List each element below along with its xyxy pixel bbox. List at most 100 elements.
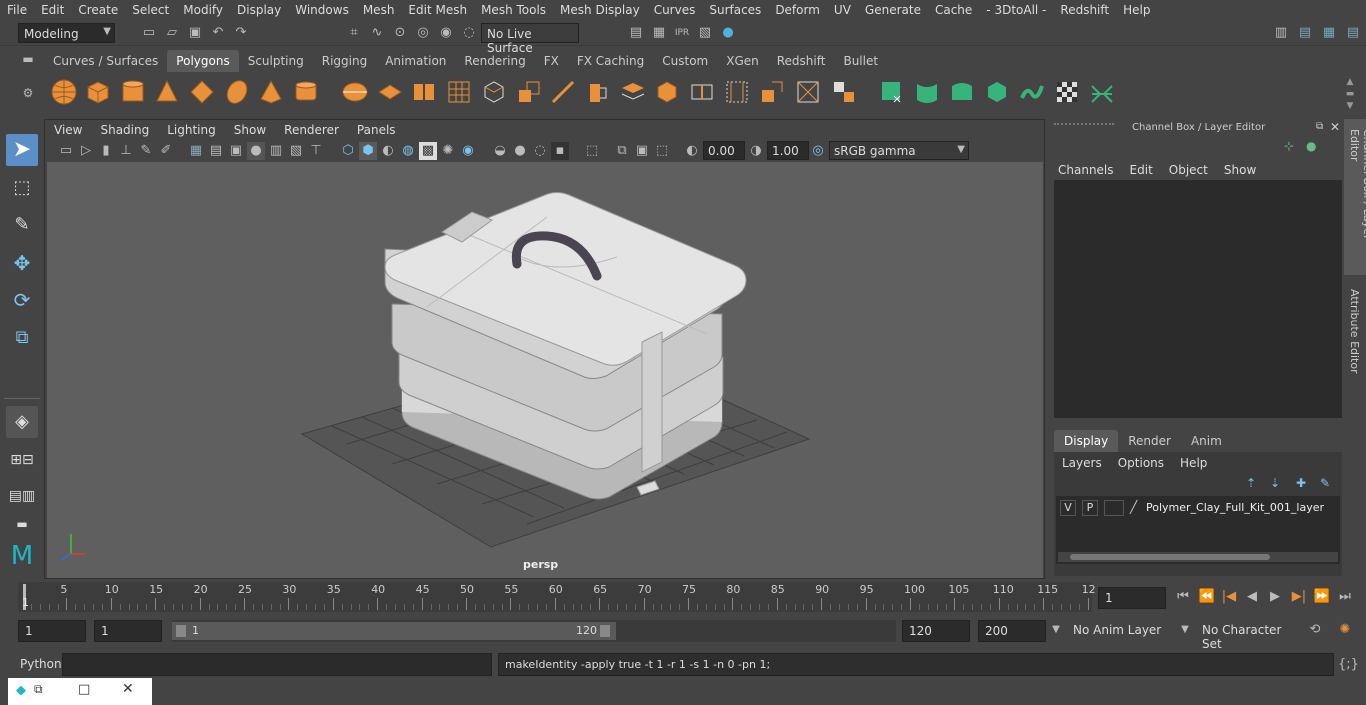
snap-surface-icon[interactable]: ◎ <box>414 24 432 42</box>
go-to-end-icon[interactable]: ⏭ <box>1336 588 1354 606</box>
viewport-menu-panels[interactable]: Panels <box>348 123 405 137</box>
safe-title-icon[interactable]: ⊤ <box>307 142 325 160</box>
bridge-icon[interactable] <box>549 78 577 106</box>
play-backward-icon[interactable]: ◀ <box>1243 588 1261 606</box>
gamma-field[interactable]: 1.00 <box>767 141 809 160</box>
field-chart-icon[interactable]: ▥ <box>267 142 285 160</box>
bookmark-icon[interactable]: ▮ <box>97 142 115 160</box>
live-surface-field[interactable]: No Live Surface <box>481 23 579 55</box>
snap-curve-icon[interactable]: ∿ <box>368 24 386 42</box>
chevron-down-icon[interactable]: ▼ <box>1176 621 1194 639</box>
script-language-label[interactable]: Python <box>20 657 62 671</box>
shelf-tab-rendering[interactable]: Rendering <box>455 50 534 72</box>
multi-cut-icon[interactable] <box>584 78 612 106</box>
menu-item-edit-mesh[interactable]: Edit Mesh <box>401 3 474 17</box>
channel-menu-show[interactable]: Show <box>1220 161 1268 179</box>
uv-cylindrical-icon[interactable] <box>913 78 941 106</box>
uv-checker-icon[interactable] <box>1053 78 1081 106</box>
exposure-icon[interactable]: ◐ <box>683 142 701 160</box>
safe-action-icon[interactable]: ▧ <box>287 142 305 160</box>
combine-icon[interactable] <box>341 78 369 106</box>
menu-item--3dtoall-[interactable]: - 3DtoAll - <box>979 3 1053 17</box>
snap-point-icon[interactable]: ⊙ <box>391 24 409 42</box>
anim-layer-dropdown[interactable]: No Anim Layer <box>1068 620 1174 642</box>
step-back-frame-icon[interactable]: |◀ <box>1220 588 1238 606</box>
viewport-menu-lighting[interactable]: Lighting <box>158 123 225 137</box>
render-view-icon[interactable]: ▧ <box>696 24 714 42</box>
poly-pipe-icon[interactable] <box>292 78 320 106</box>
menu-item-cache[interactable]: Cache <box>928 3 979 17</box>
render-frame-icon[interactable]: ▦ <box>650 24 668 42</box>
poke-icon[interactable] <box>794 78 822 106</box>
range-slider[interactable]: 1 120 <box>172 620 896 642</box>
layer-playback-toggle[interactable]: P <box>1082 500 1098 516</box>
render-settings-icon[interactable]: ▤ <box>627 24 645 42</box>
film-gate-icon[interactable]: ▤ <box>207 142 225 160</box>
workspace-icon[interactable]: ▥ <box>1272 24 1290 42</box>
poly-pyramid-icon[interactable] <box>257 78 285 106</box>
insert-edge-icon[interactable] <box>688 78 716 106</box>
bevel-icon[interactable] <box>480 78 508 106</box>
key-settings-icon[interactable]: ⟲ <box>1306 621 1324 639</box>
xray-icon[interactable]: ⬚ <box>583 142 601 160</box>
uv-unfold-icon[interactable] <box>1018 78 1046 106</box>
shelf-tab-redshift[interactable]: Redshift <box>768 50 835 72</box>
gamma-icon[interactable]: ◑ <box>747 142 765 160</box>
grid-toggle-icon[interactable]: ▦ <box>187 142 205 160</box>
new-layer-selected-icon[interactable]: ✎ <box>1320 476 1330 490</box>
menu-item-mesh[interactable]: Mesh <box>356 3 402 17</box>
poly-plane-icon[interactable] <box>188 78 216 106</box>
undo-icon[interactable]: ↶ <box>209 24 227 42</box>
side-tab-channel-box[interactable]: Channel Box / Layer Editor <box>1344 119 1366 275</box>
layer-color-icon[interactable]: ╱ <box>1130 500 1137 514</box>
animation-prefs-icon[interactable]: ✺ <box>1336 621 1354 639</box>
menu-item-modify[interactable]: Modify <box>176 3 230 17</box>
shelf-tab-xgen[interactable]: XGen <box>717 50 768 72</box>
start-time-field[interactable]: 1 <box>18 620 86 642</box>
save-scene-icon[interactable]: ▣ <box>186 24 204 42</box>
menu-item-windows[interactable]: Windows <box>288 3 356 17</box>
move-layer-down-icon[interactable]: ⇣ <box>1270 476 1280 490</box>
redo-icon[interactable]: ↷ <box>232 24 250 42</box>
outliner-layout-icon[interactable]: ▤▥ <box>6 480 38 512</box>
shelf-menu-icon[interactable]: ▬ <box>18 52 38 72</box>
menu-item-mesh-display[interactable]: Mesh Display <box>553 3 647 17</box>
play-forward-icon[interactable]: ▶ <box>1266 588 1284 606</box>
restore-icon[interactable]: ⧉ <box>34 682 43 697</box>
layer-menu-options[interactable]: Options <box>1110 456 1172 470</box>
range-start-grip[interactable] <box>176 625 186 637</box>
layer-tab-anim[interactable]: Anim <box>1181 430 1232 452</box>
layer-visibility-toggle[interactable]: V <box>1060 500 1076 516</box>
menu-item-redshift[interactable]: Redshift <box>1053 3 1116 17</box>
new-scene-icon[interactable]: ▭ <box>140 24 158 42</box>
playback-start-field[interactable]: 1 <box>94 620 162 642</box>
layer-tab-display[interactable]: Display <box>1054 430 1119 452</box>
uv-cut-sew-icon[interactable] <box>1088 78 1116 106</box>
textured-icon[interactable]: ◍ <box>399 142 417 160</box>
end-time-field[interactable]: 200 <box>978 620 1046 642</box>
maximize-icon[interactable]: □ <box>78 682 90 697</box>
layer-scrollbar[interactable] <box>1058 552 1338 562</box>
mode-selector[interactable]: Modeling ▼ <box>18 23 115 43</box>
move-tool-icon[interactable]: ✥ <box>6 247 38 279</box>
menu-item-display[interactable]: Display <box>230 3 288 17</box>
grease-pencil-icon[interactable]: ✎ <box>137 142 155 160</box>
toggle-panel-icon[interactable]: ▤ <box>1296 24 1314 42</box>
poly-torus-icon[interactable] <box>223 78 251 106</box>
menu-item-file[interactable]: File <box>0 3 34 17</box>
character-set-dropdown[interactable]: No Character Set <box>1197 620 1297 651</box>
camera-select-icon[interactable]: ▭ <box>57 142 75 160</box>
motion-blur-icon[interactable]: ◒ <box>491 142 509 160</box>
shelf-tab-fx-caching[interactable]: FX Caching <box>568 50 653 72</box>
chevron-down-icon[interactable]: ▼ <box>1047 621 1065 639</box>
color-management-icon[interactable]: ◎ <box>809 142 827 160</box>
close-icon[interactable]: ✕ <box>122 681 134 697</box>
connect-icon[interactable] <box>653 78 681 106</box>
panel-grip[interactable] <box>1054 123 1114 133</box>
command-input[interactable] <box>62 653 492 676</box>
menu-item-uv[interactable]: UV <box>827 3 858 17</box>
poly-cube-icon[interactable] <box>84 78 112 106</box>
wedge-icon[interactable] <box>830 78 858 106</box>
rotate-tool-icon[interactable]: ⟳ <box>6 284 38 316</box>
3d-viewport[interactable]: persp <box>47 162 1043 578</box>
